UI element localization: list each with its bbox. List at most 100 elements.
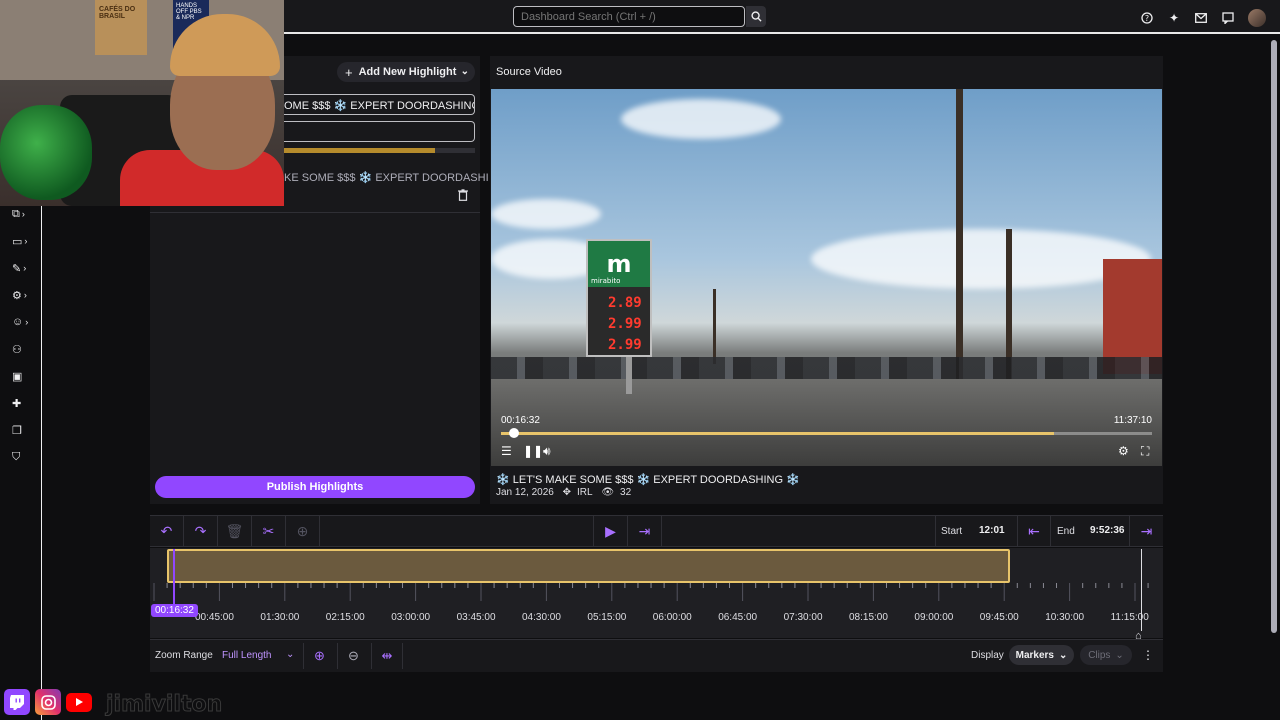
- end-value[interactable]: 9:52:36: [1090, 525, 1124, 536]
- gas-price: 2.99: [608, 316, 642, 332]
- dashboard-search-input[interactable]: [513, 6, 745, 27]
- chapters-button[interactable]: ☰: [501, 444, 512, 458]
- learn-icon: ❐: [12, 424, 22, 437]
- nav-settings[interactable]: ⚙ ›: [12, 287, 38, 303]
- highlight-list-item-title[interactable]: KE SOME $$$ ❄️ EXPERT DOORDASHI…: [284, 171, 500, 184]
- markers-dropdown[interactable]: Markers ⌄: [1009, 645, 1074, 665]
- cloud: [811, 229, 1151, 289]
- inbox-icon[interactable]: [1194, 11, 1208, 25]
- redo-icon: ↷: [194, 522, 207, 539]
- tick-label: 02:15:00: [325, 612, 365, 623]
- tick-label: 11:15:00: [1110, 612, 1149, 623]
- chevron-down-icon: ⌄: [1058, 649, 1068, 661]
- list-icon: ☰: [501, 444, 512, 458]
- video-title: ❄️ LET'S MAKE SOME $$$ ❄️ EXPERT DOORDAS…: [496, 474, 800, 486]
- delete-segment-button[interactable]: 🗑︎: [218, 515, 252, 547]
- video-icon: ▣: [12, 370, 23, 383]
- nav-extensions[interactable]: ✚: [12, 395, 38, 411]
- set-end-button[interactable]: ⇥: [1129, 515, 1163, 547]
- chevron-right-icon: ›: [24, 236, 28, 246]
- highlight-clip-segment[interactable]: [167, 549, 1010, 583]
- fit-to-view-button[interactable]: ⇹: [371, 643, 403, 669]
- fullscreen-icon: ⛶: [1141, 444, 1150, 458]
- nav-viewer-rewards[interactable]: ☺ ›: [12, 314, 38, 330]
- publish-highlights-button[interactable]: Publish Highlights: [155, 476, 475, 498]
- gas-price: 2.89: [608, 295, 642, 311]
- chevron-down-icon[interactable]: ⌄: [461, 66, 469, 77]
- toolbar-separator: [935, 515, 936, 547]
- jump-to-end-button[interactable]: ⇥: [628, 515, 662, 547]
- search-button[interactable]: [746, 6, 766, 27]
- tick-label: 00:45:00: [195, 612, 234, 623]
- twitch-icon: [4, 689, 30, 715]
- delete-highlight-button[interactable]: [458, 189, 468, 204]
- sparkle-icon[interactable]: ✦: [1167, 11, 1181, 25]
- user-avatar[interactable]: [1248, 9, 1266, 27]
- pause-icon: ❚❚: [523, 444, 544, 458]
- more-options-button[interactable]: ⋮: [1142, 648, 1154, 662]
- markers-label: Markers: [1015, 649, 1054, 661]
- instagram-icon: [35, 689, 61, 715]
- help-icon[interactable]: ?: [1140, 11, 1154, 25]
- add-new-highlight-label: Add New Highlight: [358, 66, 457, 78]
- tick-label: 03:00:00: [391, 612, 431, 623]
- zoom-range-select[interactable]: Full Length: [222, 650, 271, 661]
- video-seek-bar[interactable]: [501, 432, 1152, 435]
- youtube-icon: [66, 692, 92, 712]
- views-icon: 👁︎: [601, 487, 615, 498]
- tick-label: 05:15:00: [587, 612, 627, 623]
- nav-stream-manager[interactable]: ▭ ›: [12, 233, 38, 249]
- category-icon: ✥: [562, 487, 571, 498]
- gas-brand-name: mirabito: [591, 277, 621, 285]
- undo-icon: ↶: [160, 522, 173, 539]
- timeline-playhead[interactable]: [173, 549, 175, 609]
- undo-button[interactable]: ↶: [150, 515, 184, 547]
- play-button[interactable]: ▶: [594, 515, 628, 547]
- chevron-right-icon: ›: [21, 209, 25, 219]
- split-button[interactable]: ✂: [252, 515, 286, 547]
- video-seek-handle[interactable]: [509, 428, 520, 438]
- volume-button[interactable]: 🔊︎: [543, 444, 551, 459]
- video-date: Jan 12, 2026: [496, 487, 554, 498]
- community-icon: ⚇: [12, 343, 22, 356]
- stream-socials-overlay: [4, 689, 92, 715]
- nav-clips[interactable]: ⧉ ›: [12, 206, 38, 222]
- nav-content[interactable]: ▣: [12, 368, 38, 384]
- nav-learn[interactable]: ❐: [12, 422, 38, 438]
- tick-label: 07:30:00: [783, 612, 823, 623]
- nav-creator-tools[interactable]: ✎ ›: [12, 260, 38, 276]
- video-player[interactable]: m mirabito 2.89 2.99 2.99: [491, 89, 1162, 466]
- safety-icon: ⛉: [12, 450, 21, 463]
- start-value[interactable]: 12:01: [979, 525, 1005, 536]
- video-settings-button[interactable]: ⚙: [1118, 444, 1129, 458]
- redo-button[interactable]: ↷: [184, 515, 218, 547]
- video-views: 32: [620, 487, 632, 498]
- page-scrollbar[interactable]: [1271, 40, 1277, 633]
- set-end-icon: ⇥: [1140, 522, 1153, 539]
- set-start-button[interactable]: ⇤: [1017, 515, 1051, 547]
- webcam-plant: [0, 105, 92, 200]
- clips-dropdown[interactable]: Clips ⌄: [1080, 645, 1132, 665]
- highlight-description-field[interactable]: [284, 121, 475, 142]
- zoom-in-button[interactable]: ⊕: [303, 643, 335, 669]
- gear-icon: ⚙: [1118, 444, 1129, 458]
- chevron-down-icon: ⌄: [1115, 649, 1124, 661]
- video-category[interactable]: IRL: [577, 487, 593, 498]
- nav-community[interactable]: ⚇: [12, 341, 38, 357]
- video-current-time: 00:16:32: [501, 415, 540, 426]
- display-label: Display: [971, 650, 1004, 661]
- utility-pole: [713, 289, 716, 364]
- highlight-title-field[interactable]: OME $$$ ❄️ EXPERT DOORDASHING ❄️: [284, 94, 475, 115]
- zoom-out-button[interactable]: ⊖: [337, 643, 369, 669]
- nav-safety[interactable]: ⛉: [12, 449, 38, 465]
- highlight-duration-bar-track: [434, 148, 475, 153]
- fullscreen-button[interactable]: ⛶: [1141, 444, 1149, 459]
- add-new-highlight-button[interactable]: + Add New Highlight ⌄: [337, 62, 475, 82]
- tick-label: 09:00:00: [914, 612, 954, 623]
- pause-button[interactable]: ❚❚: [523, 444, 543, 458]
- whispers-icon[interactable]: [1221, 11, 1235, 25]
- add-segment-button[interactable]: ⊕: [286, 515, 320, 547]
- list-divider: [150, 212, 480, 213]
- video-duration: 11:37:10: [1113, 415, 1152, 426]
- chevron-down-icon[interactable]: ⌄: [286, 649, 294, 660]
